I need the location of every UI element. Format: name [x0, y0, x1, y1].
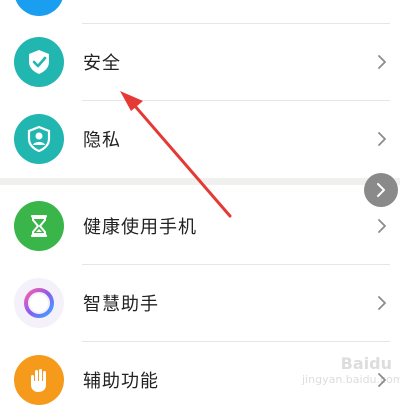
settings-item-label: 辅助功能 [83, 371, 159, 392]
chevron-right-icon [378, 219, 386, 233]
settings-item-privacy[interactable]: 隐私 [0, 101, 400, 177]
settings-item-label: 隐私 [83, 130, 121, 151]
section-gap [0, 178, 400, 185]
settings-item-digital-balance[interactable]: 健康使用手机 [0, 188, 400, 264]
watermark-brand: Baidu [340, 354, 392, 373]
settings-item-label: 智慧助手 [83, 294, 159, 315]
settings-item-smart-assistant[interactable]: 智慧助手 [0, 265, 400, 341]
settings-item-label: 健康使用手机 [83, 217, 197, 238]
chevron-right-icon [378, 55, 386, 69]
chevron-right-icon [378, 132, 386, 146]
watermark: Baidu jingyan.baidu.com [302, 354, 400, 390]
previous-item-icon [14, 0, 64, 16]
hourglass-icon [14, 201, 64, 251]
hand-icon [14, 355, 64, 405]
floating-nav-button[interactable] [364, 173, 398, 207]
chevron-right-icon [377, 183, 385, 197]
settings-item-security[interactable]: 安全 [0, 24, 400, 100]
shield-check-icon [14, 37, 64, 87]
assistant-ring-icon [14, 278, 64, 328]
privacy-person-icon [14, 114, 64, 164]
watermark-site: jingyan.baidu.com [302, 373, 400, 386]
chevron-right-icon [378, 296, 386, 310]
settings-item-label: 安全 [83, 53, 121, 74]
